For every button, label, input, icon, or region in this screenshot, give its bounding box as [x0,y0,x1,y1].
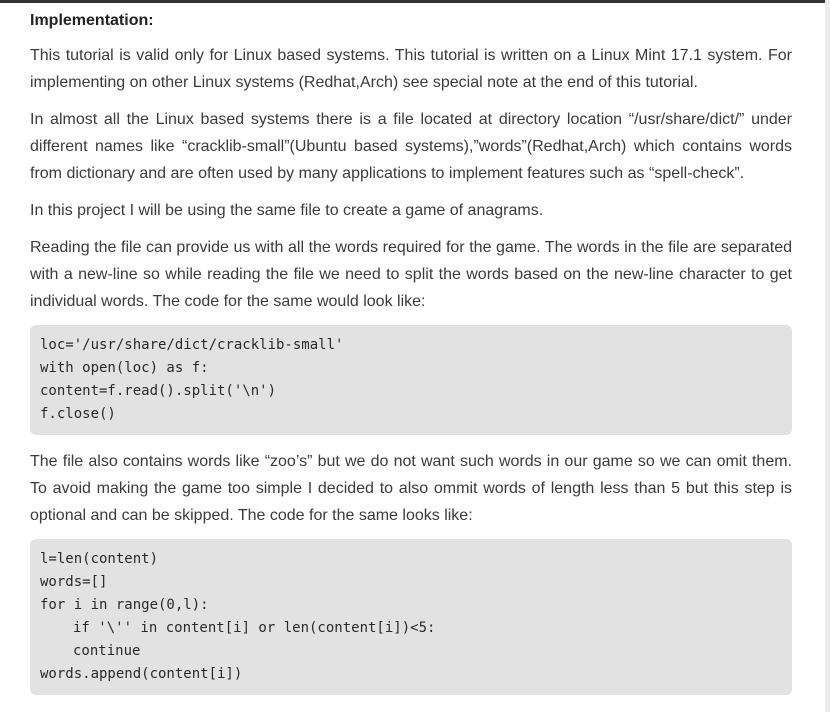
scrollbar-track[interactable] [825,0,830,712]
article-body: Implementation: This tutorial is valid o… [30,10,792,708]
code-line: if '\'' in content[i] or len(content[i])… [73,620,436,636]
code-line: f.close() [40,406,116,422]
code-block-read-file[interactable]: loc='/usr/share/dict/cracklib-small' with… [30,325,792,435]
paragraph-project: In this project I will be using the same… [30,202,544,219]
section-heading: Implementation: [30,12,154,29]
code-line: words=[] [40,574,108,590]
code-line: for i in range(0,l): [40,597,209,613]
code-block-filter-words[interactable]: l=len(content) words=[] for i in range(0,l… [30,539,792,695]
code-line: content=f.read().split('\n') [40,383,277,399]
code-line: continue [73,643,141,659]
paragraph-filter-words: The file also contains words like “zoo’s… [30,453,792,524]
paragraph-dict-file: In almost all the Linux based systems th… [30,111,792,182]
code-line: l=len(content) [40,551,159,567]
top-border [0,0,830,3]
code-line: with open(loc) as f: [40,360,209,376]
paragraph-intro: This tutorial is valid only for Linux ba… [30,47,792,91]
code-line: words.append(content[i]) [40,666,243,682]
code-line: loc='/usr/share/dict/cracklib-small' [40,337,344,353]
paragraph-reading-file: Reading the file can provide us with all… [30,239,792,310]
